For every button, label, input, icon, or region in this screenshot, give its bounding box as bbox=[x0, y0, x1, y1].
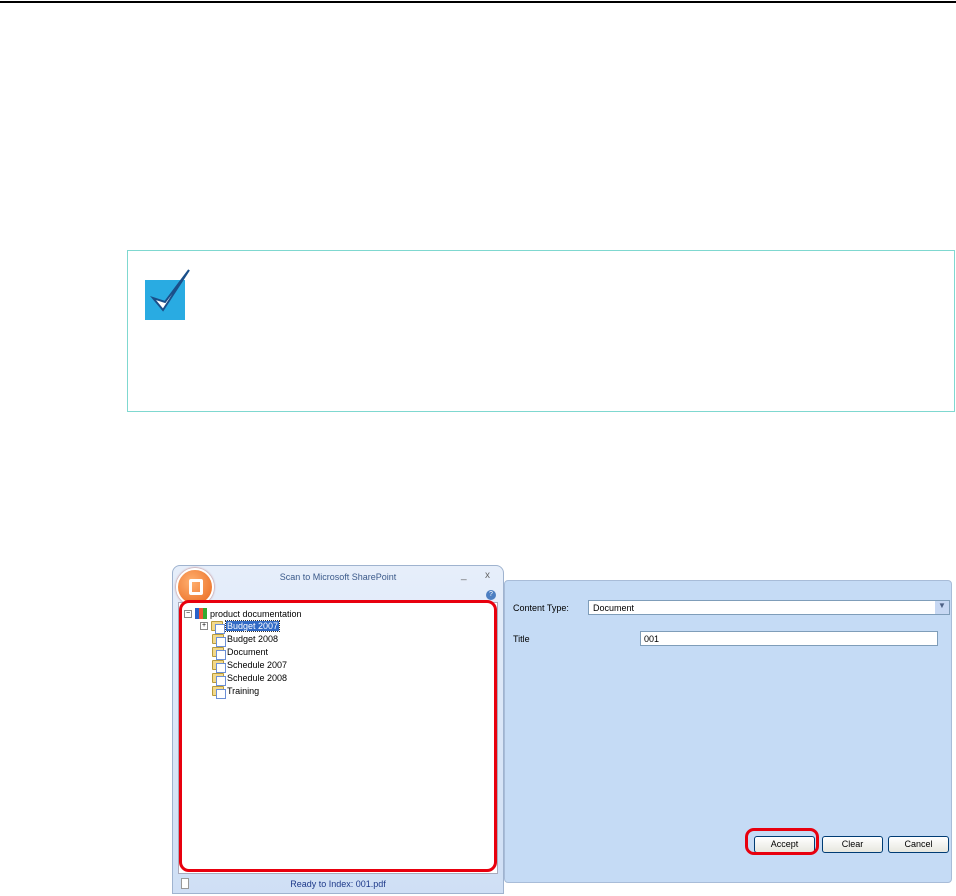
checkmark-icon bbox=[145, 269, 190, 320]
index-panel: Content Type: Document ▼ Title 001 Accep… bbox=[504, 580, 952, 883]
content-type-value: Document bbox=[593, 603, 635, 613]
minimize-button[interactable]: _ bbox=[461, 570, 467, 581]
chevron-down-icon[interactable]: ▼ bbox=[935, 601, 949, 614]
clear-button[interactable]: Clear bbox=[822, 836, 883, 853]
status-bar: Ready to Index: 001.pdf bbox=[173, 875, 503, 893]
title-input[interactable]: 001 bbox=[640, 631, 938, 646]
dialog-title: Scan to Microsoft SharePoint bbox=[279, 572, 397, 582]
status-text: Ready to Index: 001.pdf bbox=[290, 879, 386, 889]
content-type-select[interactable]: Document ▼ bbox=[588, 600, 950, 615]
close-button[interactable]: x bbox=[485, 570, 490, 581]
highlight-accept bbox=[745, 828, 819, 855]
note-box bbox=[127, 250, 955, 412]
document-icon bbox=[181, 878, 189, 889]
help-icon[interactable]: ? bbox=[486, 590, 496, 600]
content-type-label: Content Type: bbox=[513, 603, 569, 613]
title-label: Title bbox=[513, 634, 530, 644]
page-rule bbox=[0, 1, 956, 3]
highlight-tree bbox=[179, 600, 497, 872]
cancel-button[interactable]: Cancel bbox=[888, 836, 949, 853]
